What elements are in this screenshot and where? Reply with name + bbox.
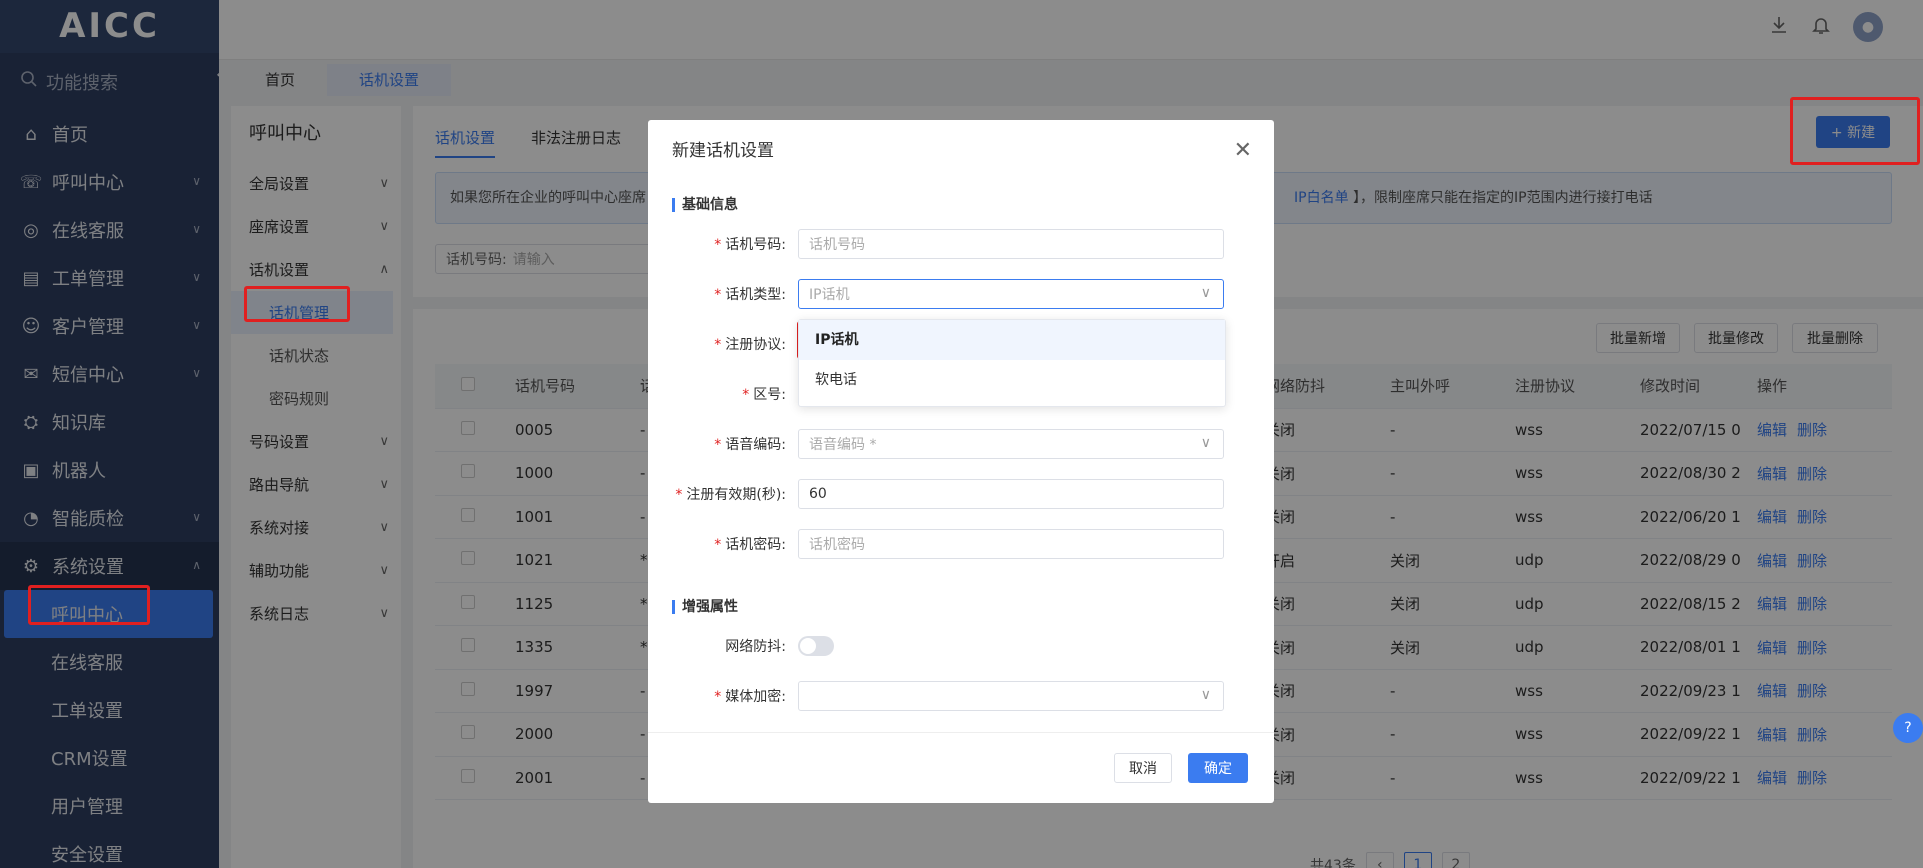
row-reg-validity: * 注册有效期(秒): 60: [648, 479, 1274, 509]
dialog-header: 新建话机设置 ✕: [648, 120, 1274, 182]
row-voice-codec: * 语音编码: 语音编码 * ∨: [648, 429, 1274, 459]
phone-type-dropdown: IP话机 软电话: [798, 319, 1226, 407]
option-soft-phone[interactable]: 软电话: [799, 360, 1225, 400]
label-phone-number: * 话机号码:: [714, 237, 786, 253]
phone-password-input[interactable]: 话机密码: [798, 529, 1224, 559]
label-phone-password: * 话机密码:: [714, 537, 786, 553]
dialog-title: 新建话机设置: [672, 141, 774, 161]
section-enhanced: 增强属性: [672, 600, 738, 614]
row-network-jitter: 网络防抖:: [648, 631, 1274, 661]
label-network-jitter: 网络防抖:: [725, 639, 786, 655]
chevron-down-icon: ∨: [1200, 435, 1211, 451]
row-phone-password: * 话机密码: 话机密码: [648, 529, 1274, 559]
section-basic-info: 基础信息: [672, 198, 738, 212]
label-reg-validity: * 注册有效期(秒):: [675, 487, 786, 503]
label-phone-type: * 话机类型:: [714, 287, 786, 303]
row-media-encrypt: * 媒体加密: ∨: [648, 681, 1274, 711]
label-media-encrypt: * 媒体加密:: [714, 689, 786, 705]
cancel-button[interactable]: 取消: [1114, 753, 1172, 783]
phone-number-input[interactable]: 话机号码: [798, 229, 1224, 259]
row-phone-type: * 话机类型: IP话机 ∨: [648, 279, 1274, 309]
help-float-icon[interactable]: ?: [1893, 713, 1923, 743]
phone-type-select[interactable]: IP话机 ∨: [798, 279, 1224, 309]
label-protocol: * 注册协议:: [714, 337, 786, 353]
option-ip-phone[interactable]: IP话机: [799, 320, 1225, 360]
dialog-footer: 取消 确定: [648, 732, 1274, 803]
chevron-down-icon: ∨: [1200, 285, 1211, 301]
label-voice-codec: * 语音编码:: [714, 437, 786, 453]
app-root: AICC 功能搜索 ⌂ 首页 ☏ 呼叫中心 ∨ ◎ 在线客服 ∨ ▤ 工单管理 ∨ ☺ 客户管理…: [0, 0, 1923, 868]
network-jitter-toggle[interactable]: [798, 636, 834, 656]
row-phone-number: * 话机号码: 话机号码: [648, 229, 1274, 259]
label-area-code: * 区号:: [742, 387, 786, 403]
voice-codec-select[interactable]: 语音编码 * ∨: [798, 429, 1224, 459]
chevron-down-icon: ∨: [1200, 687, 1211, 703]
close-icon[interactable]: ✕: [1234, 120, 1252, 182]
reg-validity-input[interactable]: 60: [798, 479, 1224, 509]
new-phone-dialog: 新建话机设置 ✕ 基础信息 * 话机号码: 话机号码 * 话机类型: IP话机 ∨ *…: [648, 120, 1274, 803]
media-encrypt-select[interactable]: ∨: [798, 681, 1224, 711]
confirm-button[interactable]: 确定: [1188, 753, 1248, 783]
